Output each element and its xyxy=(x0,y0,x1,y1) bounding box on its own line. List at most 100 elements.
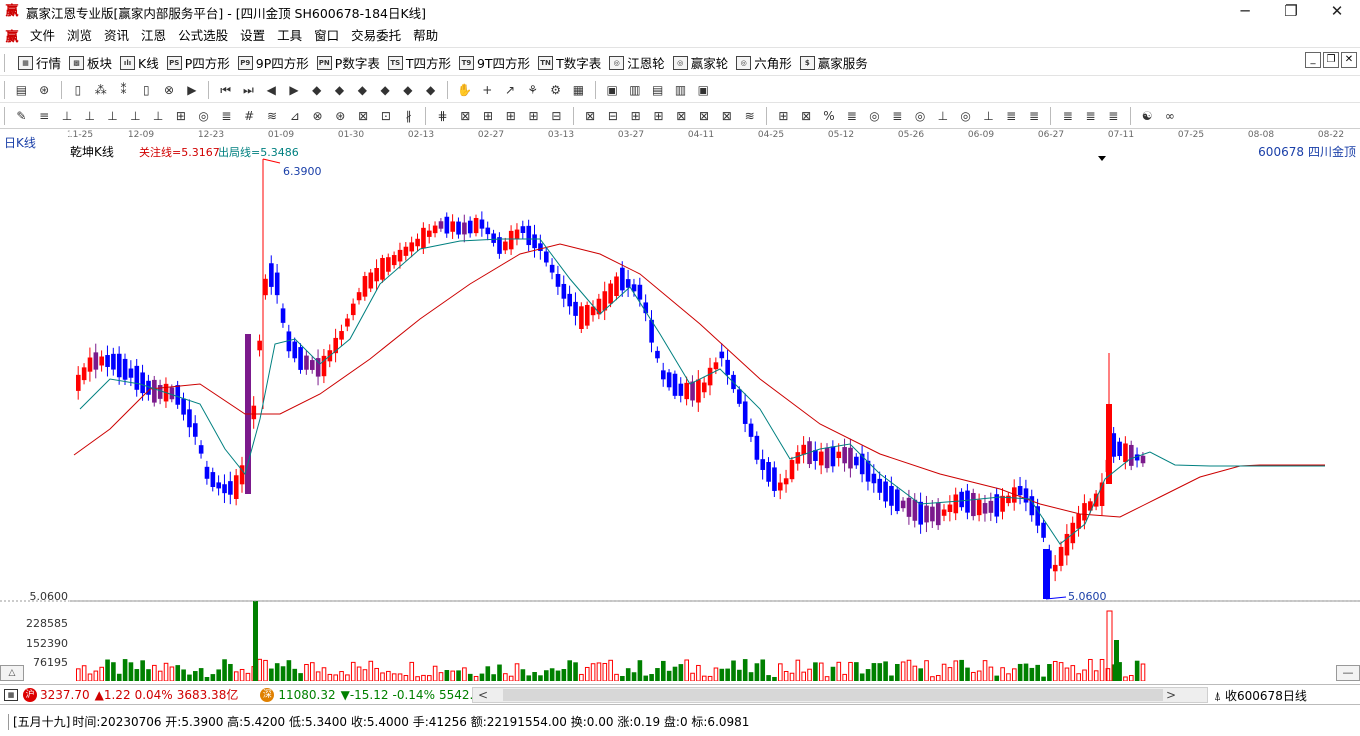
toolbar2-tool-icon[interactable]: ⊛ xyxy=(36,82,52,98)
toolbar-button-6[interactable]: TS T四方形 xyxy=(387,53,451,72)
toolbar3-tool-icon[interactable]: ⋕ xyxy=(434,108,450,124)
toolbar3-tool-icon[interactable]: ≋ xyxy=(264,108,280,124)
toolbar2-tool-icon[interactable]: ▤ xyxy=(650,82,666,98)
toolbar-button-10[interactable]: ◎ 赢家轮 xyxy=(672,53,728,72)
toolbar2-tool-icon[interactable]: ⚙ xyxy=(548,82,564,98)
menu-item-3[interactable]: 江恩 xyxy=(135,25,172,47)
toolbar3-tool-icon[interactable]: ≣ xyxy=(1105,108,1121,124)
toolbar3-tool-icon[interactable]: ⊠ xyxy=(719,108,735,124)
toolbar2-tool-icon[interactable]: ◀ xyxy=(263,82,279,98)
toolbar3-tool-icon[interactable]: ≣ xyxy=(218,108,234,124)
menu-item-8[interactable]: 交易委托 xyxy=(345,25,407,47)
toolbar2-tool-icon[interactable]: ▶ xyxy=(286,82,302,98)
toolbar2-tool-icon[interactable]: ⁂ xyxy=(93,82,109,98)
toolbar2-tool-icon[interactable]: ▣ xyxy=(604,82,620,98)
toolbar3-tool-icon[interactable]: ⊥ xyxy=(980,108,996,124)
toolbar3-tool-icon[interactable]: ☯ xyxy=(1139,108,1155,124)
toolbar3-tool-icon[interactable]: ≡ xyxy=(36,108,52,124)
toolbar2-tool-icon[interactable]: ◆ xyxy=(400,82,416,98)
toolbar2-tool-icon[interactable]: ◆ xyxy=(423,82,439,98)
toolbar-button-3[interactable]: PS P四方形 xyxy=(166,53,230,72)
toolbar3-tool-icon[interactable]: ⊠ xyxy=(696,108,712,124)
calculator-icon[interactable]: ▦ xyxy=(4,688,18,701)
toolbar3-tool-icon[interactable]: ⊞ xyxy=(480,108,496,124)
toolbar2-tool-icon[interactable]: ▥ xyxy=(627,82,643,98)
menu-item-6[interactable]: 工具 xyxy=(271,25,308,47)
toolbar3-tool-icon[interactable]: ⊛ xyxy=(332,108,348,124)
toolbar-button-7[interactable]: T9 9T四方形 xyxy=(458,53,530,72)
toolbar-button-11[interactable]: ◎ 六角形 xyxy=(736,53,792,72)
toolbar3-tool-icon[interactable]: ⊞ xyxy=(173,108,189,124)
menu-item-7[interactable]: 窗口 xyxy=(308,25,345,47)
toolbar2-tool-icon[interactable]: ⚘ xyxy=(525,82,541,98)
toolbar2-tool-icon[interactable]: ▯ xyxy=(138,82,154,98)
toolbar3-tool-icon[interactable]: ◎ xyxy=(867,108,883,124)
toolbar3-tool-icon[interactable]: ⊥ xyxy=(105,108,121,124)
toolbar-button-12[interactable]: $ 赢家服务 xyxy=(799,53,868,72)
toolbar3-tool-icon[interactable]: ⊥ xyxy=(150,108,166,124)
toolbar3-tool-icon[interactable]: ◎ xyxy=(196,108,212,124)
toolbar2-tool-icon[interactable]: + xyxy=(479,82,495,98)
toolbar2-tool-icon[interactable]: ▥ xyxy=(672,82,688,98)
toolbar3-tool-icon[interactable]: ⊞ xyxy=(775,108,791,124)
toolbar3-tool-icon[interactable]: ⊡ xyxy=(378,108,394,124)
toolbar3-tool-icon[interactable]: ⊠ xyxy=(457,108,473,124)
scroll-right-icon[interactable]: > xyxy=(1161,688,1181,702)
toolbar3-tool-icon[interactable]: ✎ xyxy=(13,108,29,124)
toolbar3-tool-icon[interactable]: ≣ xyxy=(1003,108,1019,124)
toolbar-button-2[interactable]: ılı K线 xyxy=(120,53,159,72)
toolbar3-tool-icon[interactable]: ⊿ xyxy=(287,108,303,124)
toolbar3-tool-icon[interactable]: ⊞ xyxy=(503,108,519,124)
chart-scrollbar[interactable]: < > xyxy=(472,687,1208,703)
toolbar-button-0[interactable]: ▦ 行情 xyxy=(18,53,61,72)
toolbar3-tool-icon[interactable]: ≣ xyxy=(1060,108,1076,124)
toolbar3-tool-icon[interactable]: ⊠ xyxy=(673,108,689,124)
toolbar3-tool-icon[interactable]: ∞ xyxy=(1162,108,1178,124)
toolbar3-tool-icon[interactable]: ⊥ xyxy=(82,108,98,124)
toolbar3-tool-icon[interactable]: ≣ xyxy=(889,108,905,124)
menu-app-icon[interactable]: 赢 xyxy=(4,26,20,45)
toolbar2-tool-icon[interactable]: ▣ xyxy=(695,82,711,98)
toolbar2-tool-icon[interactable]: ⏭ xyxy=(240,82,256,98)
collapse-panel-button[interactable]: △ xyxy=(0,665,24,681)
toolbar2-tool-icon[interactable]: ◆ xyxy=(332,82,348,98)
toolbar2-tool-icon[interactable]: ▯ xyxy=(70,82,86,98)
toolbar3-tool-icon[interactable]: ⊟ xyxy=(605,108,621,124)
toolbar-button-9[interactable]: ◎ 江恩轮 xyxy=(609,53,665,72)
toolbar2-tool-icon[interactable]: ▤ xyxy=(13,82,29,98)
toolbar2-tool-icon[interactable]: ✋ xyxy=(456,82,472,98)
toolbar3-tool-icon[interactable]: ◎ xyxy=(912,108,928,124)
toolbar2-tool-icon[interactable]: ◆ xyxy=(309,82,325,98)
toolbar2-tool-icon[interactable]: ◆ xyxy=(377,82,393,98)
toolbar3-tool-icon[interactable]: # xyxy=(241,108,257,124)
toolbar-button-1[interactable]: ▩ 板块 xyxy=(69,53,112,72)
menu-item-9[interactable]: 帮助 xyxy=(407,25,444,47)
toolbar-button-4[interactable]: P9 9P四方形 xyxy=(237,53,309,72)
toolbar2-tool-icon[interactable]: ⁑ xyxy=(116,82,132,98)
menu-item-1[interactable]: 浏览 xyxy=(61,25,98,47)
toolbar3-tool-icon[interactable]: % xyxy=(821,108,837,124)
toolbar3-tool-icon[interactable]: ≋ xyxy=(742,108,758,124)
minimize-button[interactable]: ─ xyxy=(1222,0,1268,24)
toolbar2-tool-icon[interactable]: ↗ xyxy=(502,82,518,98)
toolbar3-tool-icon[interactable]: ◎ xyxy=(958,108,974,124)
expand-panel-button[interactable]: — xyxy=(1336,665,1360,681)
toolbar3-tool-icon[interactable]: ⊗ xyxy=(310,108,326,124)
menu-item-2[interactable]: 资讯 xyxy=(98,25,135,47)
toolbar3-tool-icon[interactable]: ⊠ xyxy=(582,108,598,124)
scroll-left-icon[interactable]: < xyxy=(473,688,493,702)
restore-button[interactable]: ❐ xyxy=(1268,0,1314,24)
toolbar3-tool-icon[interactable]: ⊥ xyxy=(935,108,951,124)
toolbar3-tool-icon[interactable]: ⊟ xyxy=(548,108,564,124)
kline-chart-panel[interactable]: 11-25 12-09 12-23 01-09 01-30 02-13 02-27 03-13… xyxy=(0,129,1360,681)
close-button[interactable]: ✕ xyxy=(1314,0,1360,24)
toolbar2-tool-icon[interactable]: ⊗ xyxy=(161,82,177,98)
toolbar3-tool-icon[interactable]: ∦ xyxy=(401,108,417,124)
collect-item[interactable]: ⍋ 收600678日线 xyxy=(1214,687,1307,704)
toolbar2-tool-icon[interactable]: ▶ xyxy=(184,82,200,98)
toolbar2-tool-icon[interactable]: ⏮ xyxy=(218,82,234,98)
toolbar-button-5[interactable]: PN P数字表 xyxy=(316,53,380,72)
scroll-thumb[interactable] xyxy=(503,689,1163,701)
toolbar2-tool-icon[interactable]: ▦ xyxy=(570,82,586,98)
toolbar3-tool-icon[interactable]: ⊥ xyxy=(59,108,75,124)
